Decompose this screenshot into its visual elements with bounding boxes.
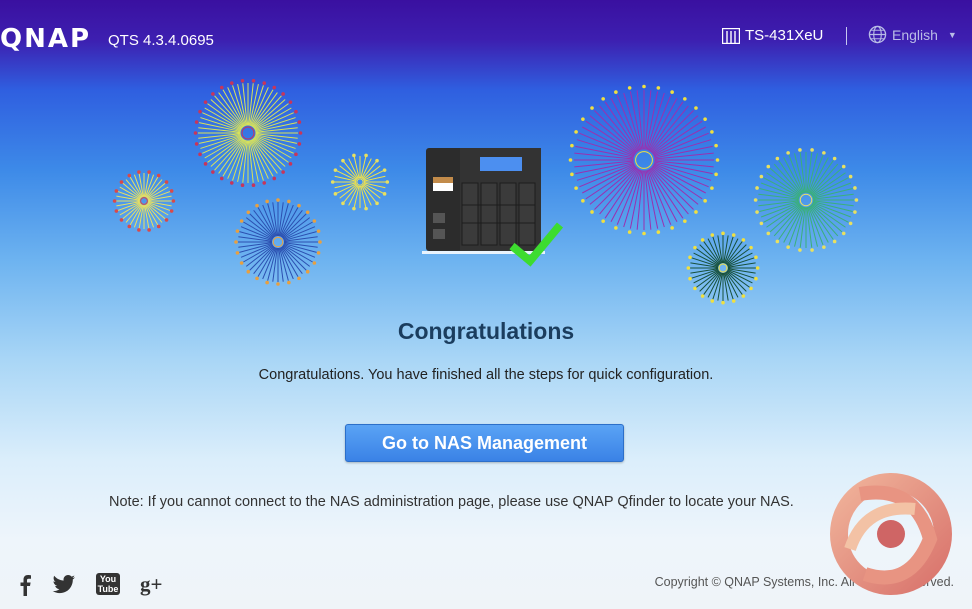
googleplus-icon[interactable]: g+ <box>140 572 162 597</box>
youtube-text: You Tube <box>96 572 120 595</box>
completion-message: Congratulations. You have finished all t… <box>258 367 714 383</box>
twitter-icon[interactable] <box>52 574 76 595</box>
firework-1 <box>193 78 303 188</box>
nas-device-illustration <box>422 148 564 267</box>
social-links: You Tube g+ <box>18 572 182 597</box>
firework-4 <box>234 198 322 286</box>
firework-3 <box>330 153 390 211</box>
facebook-icon[interactable] <box>18 574 32 596</box>
firework-7 <box>686 231 760 305</box>
firework-5 <box>568 84 720 236</box>
firework-6 <box>753 148 859 252</box>
page-title: Congratulations <box>397 318 575 344</box>
firework-2 <box>112 170 176 232</box>
kitguru-logo <box>830 473 952 595</box>
qfinder-note: Note: If you cannot connect to the NAS a… <box>109 494 794 510</box>
go-to-nas-management-button[interactable]: Go to NAS Management <box>345 424 624 462</box>
youtube-icon[interactable]: You Tube <box>96 572 120 597</box>
